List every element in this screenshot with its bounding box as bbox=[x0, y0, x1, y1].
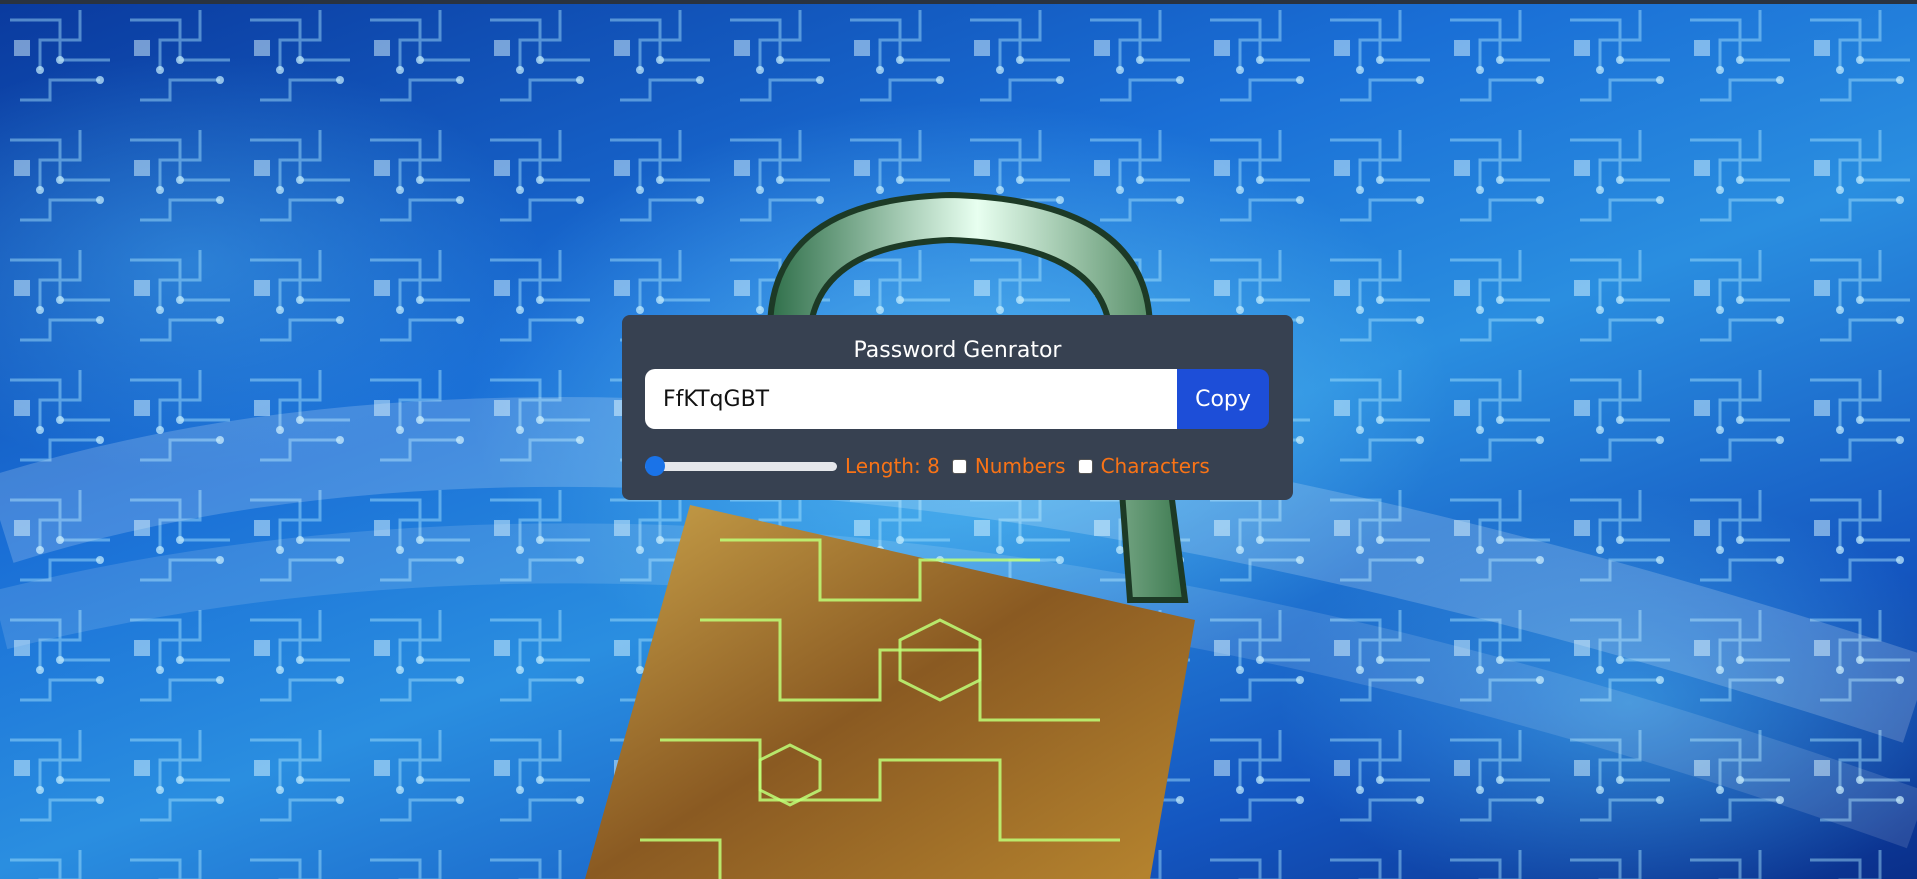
copy-button[interactable]: Copy bbox=[1177, 369, 1269, 429]
options-row: Length: 8 Numbers Characters bbox=[645, 451, 1210, 481]
length-label: Length: 8 bbox=[845, 454, 940, 478]
password-generator-card: Password Genrator Copy Length: 8 Numbers… bbox=[622, 315, 1293, 500]
page: Password Genrator Copy Length: 8 Numbers… bbox=[0, 0, 1917, 879]
card-title: Password Genrator bbox=[853, 338, 1062, 363]
characters-label: Characters bbox=[1100, 454, 1210, 478]
slider-track bbox=[645, 462, 837, 471]
characters-checkbox[interactable] bbox=[1077, 458, 1093, 474]
password-row: Copy bbox=[645, 369, 1269, 429]
numbers-label: Numbers bbox=[974, 454, 1066, 478]
numbers-checkbox[interactable] bbox=[951, 458, 967, 474]
slider-thumb[interactable] bbox=[645, 456, 665, 476]
password-field[interactable] bbox=[645, 369, 1177, 429]
length-slider[interactable] bbox=[645, 456, 837, 476]
